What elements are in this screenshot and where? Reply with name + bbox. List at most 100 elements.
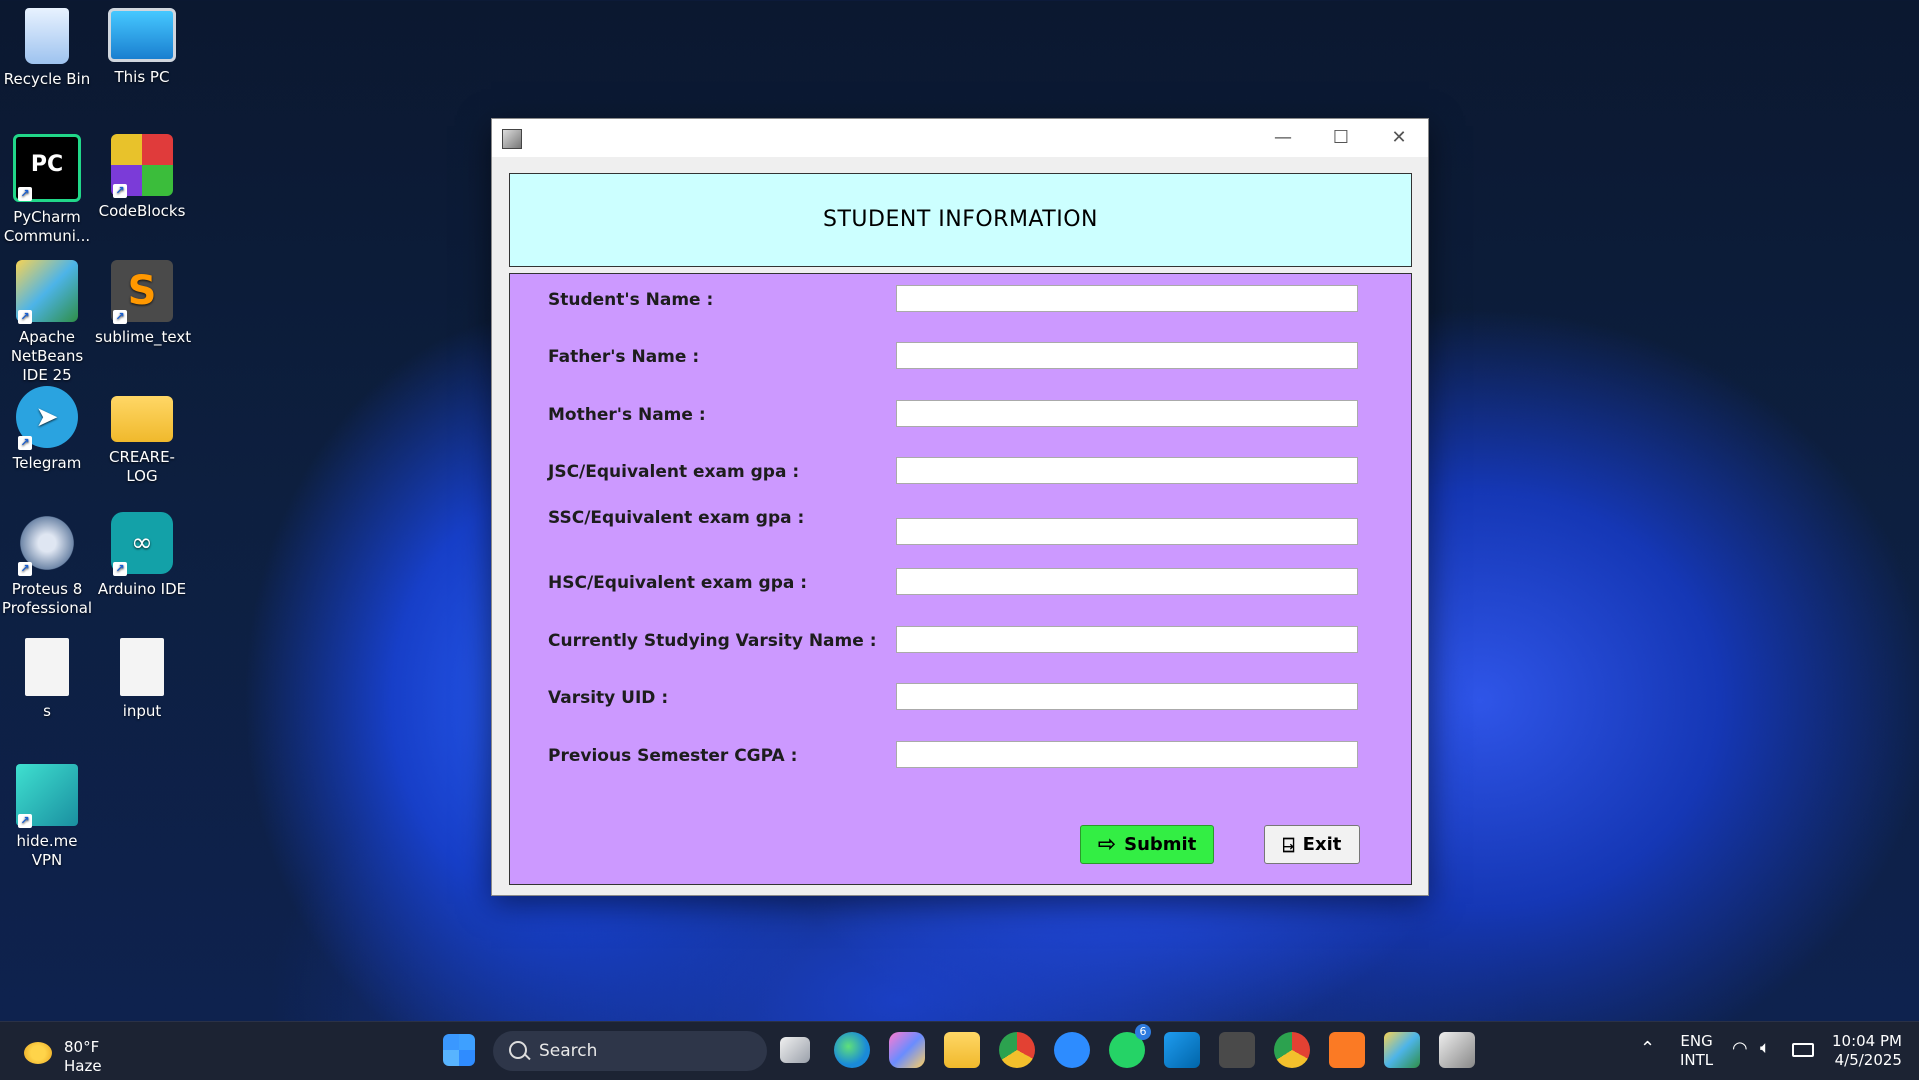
desktop-icon-pycharm[interactable]: PC ↗ PyCharm Communi... bbox=[0, 126, 94, 246]
ssc-gpa-label: SSC/Equivalent exam gpa : bbox=[548, 508, 805, 528]
desktop-icon-netbeans[interactable]: ↗ Apache NetBeans IDE 25 bbox=[0, 252, 94, 385]
desktop-icon-proteus[interactable]: ↗ Proteus 8 Professional bbox=[0, 504, 94, 618]
vscode-icon[interactable] bbox=[1164, 1032, 1200, 1068]
file-explorer-icon[interactable] bbox=[944, 1032, 980, 1068]
whatsapp-badge: 6 bbox=[1135, 1024, 1151, 1040]
java-app-icon bbox=[502, 129, 522, 149]
submit-arrow-icon: ⇨ bbox=[1097, 832, 1117, 857]
desktop-icon-label: This PC bbox=[114, 68, 170, 86]
hideme-vpn-icon: ↗ bbox=[16, 764, 78, 828]
shortcut-arrow-icon: ↗ bbox=[113, 184, 127, 198]
desktop-icon-recycle-bin[interactable]: Recycle Bin bbox=[0, 0, 94, 89]
previous-cgpa-label: Previous Semester CGPA : bbox=[548, 746, 798, 766]
copilot-icon[interactable] bbox=[889, 1032, 925, 1068]
student-form: Student's Name : Father's Name : Mother'… bbox=[509, 273, 1412, 885]
language-code: ENG bbox=[1680, 1032, 1713, 1050]
submit-button[interactable]: ⇨ Submit bbox=[1080, 825, 1214, 864]
desktop-icon-label: Apache NetBeans IDE 25 bbox=[10, 328, 84, 384]
desktop-icon-label: CREARE-LOG bbox=[109, 448, 175, 485]
desktop-icon-label: Proteus 8 Professional bbox=[1, 580, 93, 617]
file-icon bbox=[25, 638, 69, 696]
desktop-icon-arduino[interactable]: ∞ ↗ Arduino IDE bbox=[95, 504, 189, 599]
chrome-icon[interactable] bbox=[999, 1032, 1035, 1068]
jsc-gpa-label: JSC/Equivalent exam gpa : bbox=[548, 462, 800, 482]
exit-button[interactable]: ⍈ Exit bbox=[1264, 825, 1360, 864]
java-app-taskbar-icon[interactable] bbox=[1439, 1032, 1475, 1068]
shortcut-arrow-icon: ↗ bbox=[18, 814, 32, 828]
weather-condition: Haze bbox=[64, 1057, 102, 1075]
desktop-icon-codeblocks[interactable]: ↗ CodeBlocks bbox=[95, 126, 189, 221]
desktop-icon-creare-log[interactable]: CREARE-LOG bbox=[95, 378, 189, 486]
desktop-icon-label: input bbox=[122, 702, 162, 720]
volume-icon[interactable]: 🔈︎ bbox=[1760, 1038, 1770, 1058]
previous-cgpa-input[interactable] bbox=[896, 741, 1358, 768]
shortcut-arrow-icon: ↗ bbox=[113, 310, 127, 324]
varsity-uid-input[interactable] bbox=[896, 683, 1358, 710]
submit-label: Submit bbox=[1124, 834, 1197, 855]
desktop-icon-label: hide.me VPN bbox=[16, 832, 78, 869]
netbeans-taskbar-icon[interactable] bbox=[1384, 1032, 1420, 1068]
search-icon bbox=[509, 1041, 527, 1059]
mothers-name-label: Mother's Name : bbox=[548, 405, 706, 425]
windows-start-icon[interactable] bbox=[443, 1034, 475, 1066]
shortcut-arrow-icon: ↗ bbox=[18, 310, 32, 324]
students-name-input[interactable] bbox=[896, 285, 1358, 312]
clock-date: 4/5/2025 bbox=[1834, 1051, 1902, 1069]
maximize-button[interactable]: ☐ bbox=[1312, 119, 1370, 157]
desktop-icon-sublime[interactable]: S ↗ sublime_text bbox=[95, 252, 192, 347]
page-title: STUDENT INFORMATION bbox=[823, 207, 1098, 232]
student-info-window: — ☐ ✕ STUDENT INFORMATION Student's Name… bbox=[491, 118, 1429, 896]
weather-temp: 80°F bbox=[64, 1038, 100, 1056]
desktop-icon-label: Recycle Bin bbox=[3, 70, 91, 88]
monitor-icon bbox=[108, 8, 176, 62]
pycharm-icon: PC ↗ bbox=[13, 134, 81, 202]
sublime-text-taskbar-icon[interactable] bbox=[1219, 1032, 1255, 1068]
xampp-icon[interactable] bbox=[1329, 1032, 1365, 1068]
search-placeholder: Search bbox=[539, 1041, 598, 1061]
desktop-icon-input-file[interactable]: input bbox=[95, 630, 189, 721]
wifi-icon[interactable]: ◠ bbox=[1732, 1038, 1748, 1059]
desktop-icon-label: sublime_text bbox=[95, 328, 192, 346]
minimize-button[interactable]: — bbox=[1254, 119, 1312, 157]
hsc-gpa-input[interactable] bbox=[896, 568, 1358, 595]
haze-weather-icon bbox=[24, 1042, 52, 1064]
varsity-uid-label: Varsity UID : bbox=[548, 688, 669, 708]
jsc-gpa-input[interactable] bbox=[896, 457, 1358, 484]
desktop-icon-label: s bbox=[43, 702, 51, 720]
varsity-name-label: Currently Studying Varsity Name : bbox=[548, 631, 877, 651]
chrome-profile-icon[interactable] bbox=[1274, 1032, 1310, 1068]
mothers-name-input[interactable] bbox=[896, 400, 1358, 427]
zoom-icon[interactable] bbox=[1054, 1032, 1090, 1068]
shortcut-arrow-icon: ↗ bbox=[18, 562, 32, 576]
desktop-icon-hideme-vpn[interactable]: ↗ hide.me VPN bbox=[0, 756, 94, 870]
task-view-icon[interactable] bbox=[780, 1037, 810, 1063]
desktop-icon-label: Telegram bbox=[12, 454, 82, 472]
weather-text: 80°F Haze bbox=[64, 1038, 134, 1076]
whatsapp-icon[interactable]: 6 bbox=[1109, 1024, 1151, 1068]
hsc-gpa-label: HSC/Equivalent exam gpa : bbox=[548, 573, 808, 593]
desktop-icon-telegram[interactable]: ➤ ↗ Telegram bbox=[0, 378, 94, 473]
shortcut-arrow-icon: ↗ bbox=[18, 187, 32, 201]
language-indicator[interactable]: ENG INTL bbox=[1680, 1032, 1713, 1070]
exit-label: Exit bbox=[1302, 834, 1342, 855]
students-name-label: Student's Name : bbox=[548, 290, 714, 310]
folder-icon bbox=[111, 396, 173, 442]
arduino-icon: ∞ ↗ bbox=[111, 512, 173, 576]
taskbar-search[interactable]: Search bbox=[493, 1031, 767, 1071]
varsity-name-input[interactable] bbox=[896, 626, 1358, 653]
clock[interactable]: 10:04 PM 4/5/2025 bbox=[1832, 1032, 1902, 1070]
desktop-icon-label: Arduino IDE bbox=[97, 580, 187, 598]
edge-icon[interactable] bbox=[834, 1032, 870, 1068]
desktop-icon-this-pc[interactable]: This PC bbox=[95, 0, 189, 87]
fathers-name-input[interactable] bbox=[896, 342, 1358, 369]
ssc-gpa-input[interactable] bbox=[896, 518, 1358, 545]
battery-icon[interactable] bbox=[1792, 1043, 1814, 1057]
codeblocks-icon: ↗ bbox=[111, 134, 173, 198]
clock-time: 10:04 PM bbox=[1832, 1032, 1902, 1050]
desktop-icon-label: PyCharm Communi... bbox=[3, 208, 91, 245]
close-button[interactable]: ✕ bbox=[1370, 119, 1428, 157]
shortcut-arrow-icon: ↗ bbox=[18, 436, 32, 450]
title-bar[interactable]: — ☐ ✕ bbox=[492, 119, 1428, 157]
desktop-icon-s-file[interactable]: s bbox=[0, 630, 94, 721]
show-hidden-icons-chevron[interactable]: ⌃ bbox=[1640, 1038, 1655, 1059]
